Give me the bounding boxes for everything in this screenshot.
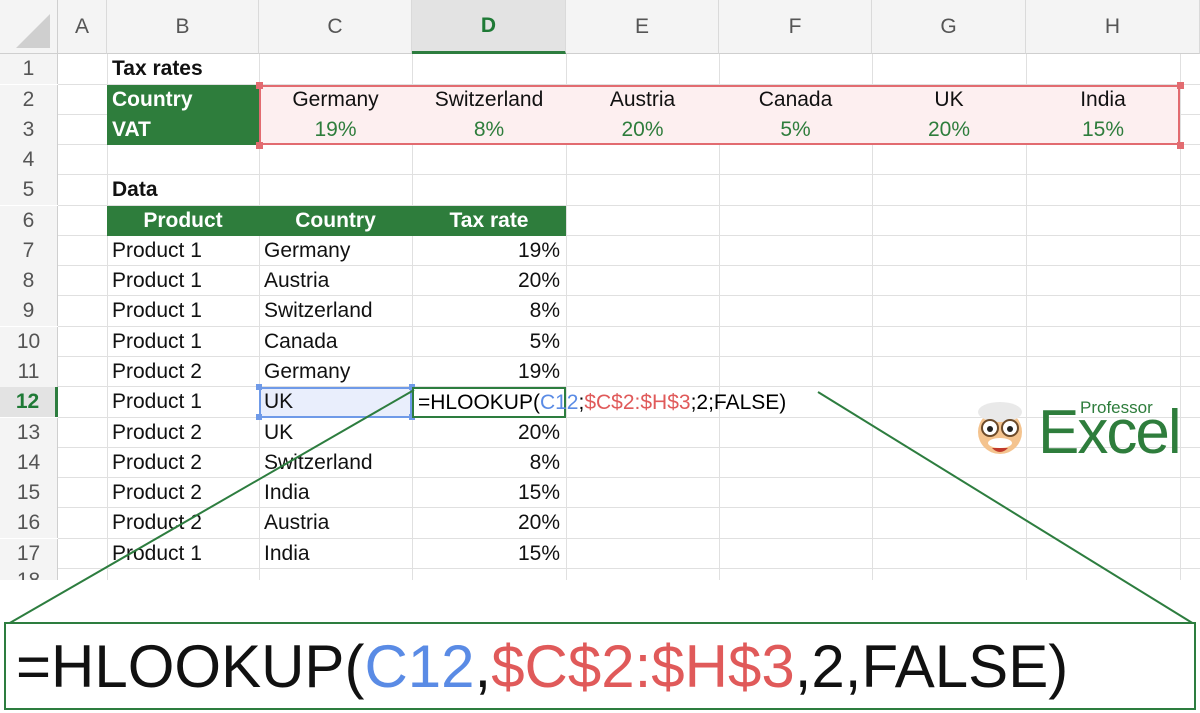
callout-lines bbox=[7, 389, 1195, 625]
formula-function: =HLOOKUP( bbox=[16, 632, 365, 700]
professor-excel-logo: Professor Excel bbox=[968, 396, 1182, 467]
formula-range: $C$2:$H$3 bbox=[491, 632, 795, 700]
formula-args: ,2,FALSE) bbox=[794, 632, 1069, 700]
logo-big-text: Excel bbox=[1038, 398, 1182, 467]
formula-ref-c12: C12 bbox=[364, 632, 475, 700]
professor-face-icon bbox=[978, 402, 1022, 454]
formula-separator: , bbox=[474, 632, 492, 700]
enlarged-formula-display: =HLOOKUP(C12, $C$2:$H$3,2,FALSE) bbox=[4, 622, 1196, 710]
